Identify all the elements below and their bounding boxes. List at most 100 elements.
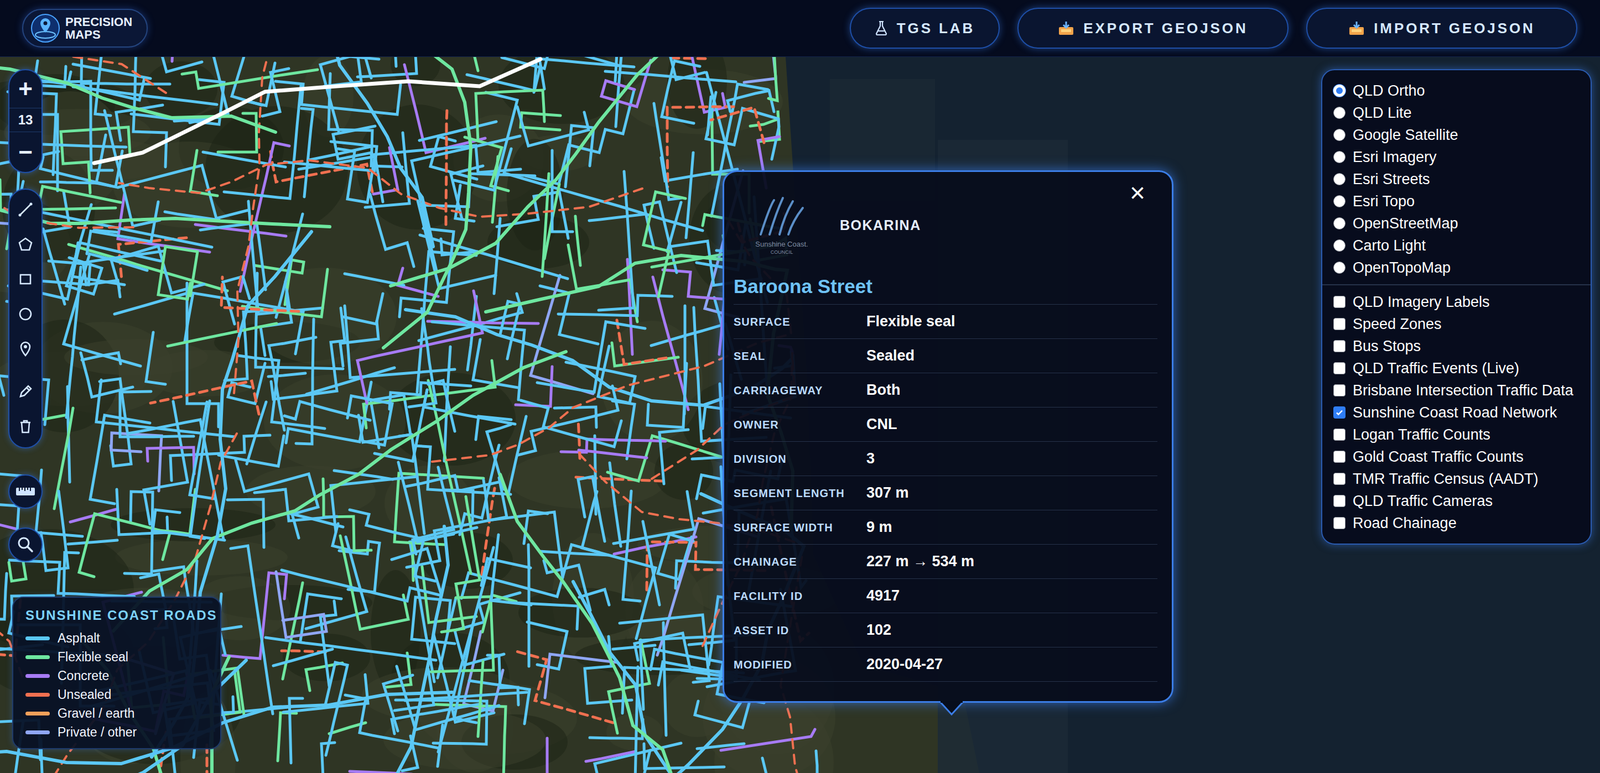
- overlay-option[interactable]: Brisbane Intersection Traffic Data: [1333, 379, 1584, 402]
- checkbox[interactable]: [1333, 473, 1346, 486]
- legend-swatch: [25, 636, 50, 641]
- delete-tool[interactable]: [8, 408, 43, 444]
- popup-pointer: [939, 701, 964, 716]
- overlay-option[interactable]: Speed Zones: [1333, 313, 1584, 336]
- attribute-row: CHAINAGE227 m → 534 m: [733, 544, 1158, 580]
- checkbox[interactable]: [1333, 384, 1346, 397]
- map[interactable]: +13− SUNSHINE COAST ROADSAsphaltFlexible …: [0, 56, 1600, 773]
- radio-button[interactable]: [1333, 239, 1346, 252]
- tray-icon: [1057, 20, 1075, 36]
- legend-item: Unsealed: [25, 685, 209, 705]
- legend-item: Concrete: [25, 666, 209, 686]
- checkbox[interactable]: [1333, 517, 1346, 530]
- checkbox[interactable]: [1333, 428, 1346, 441]
- attribute-row: SEALSealed: [733, 339, 1158, 374]
- polygon-tool[interactable]: [8, 226, 43, 262]
- overlay-option[interactable]: QLD Traffic Events (Live): [1333, 357, 1584, 380]
- rectangle-icon: [17, 271, 34, 288]
- checkbox[interactable]: [1333, 362, 1346, 375]
- basemap-option[interactable]: Esri Streets: [1333, 168, 1584, 191]
- basemap-option[interactable]: OpenTopoMap: [1333, 256, 1584, 279]
- legend: SUNSHINE COAST ROADSAsphaltFlexible seal…: [12, 596, 222, 750]
- legend-item: Private / other: [25, 723, 209, 742]
- polyline-tool[interactable]: [8, 191, 43, 227]
- legend-item: Asphalt: [25, 629, 209, 648]
- radio-button[interactable]: [1333, 84, 1346, 97]
- attribute-row: SEGMENT LENGTH307 m: [733, 476, 1158, 511]
- attribute-row: SURFACE WIDTH9 m: [733, 510, 1158, 545]
- attribute-row: ASSET ID102: [733, 613, 1158, 648]
- toolbar-button[interactable]: TGS LAB: [849, 7, 1000, 49]
- ruler-icon: [14, 485, 36, 498]
- attribute-row: CARRIAGEWAYBoth: [733, 373, 1158, 408]
- legend-swatch: [25, 693, 50, 698]
- overlay-option[interactable]: Gold Coast Traffic Counts: [1333, 445, 1584, 469]
- close-button[interactable]: ×: [1125, 180, 1150, 206]
- map-controls: +13−: [8, 69, 43, 563]
- overlay-option[interactable]: Logan Traffic Counts: [1333, 423, 1584, 446]
- radio-button[interactable]: [1333, 106, 1346, 119]
- overlay-option[interactable]: TMR Traffic Census (AADT): [1333, 468, 1584, 491]
- council-logo: Sunshine Coast.COUNCIL: [751, 195, 813, 256]
- overlay-option[interactable]: QLD Traffic Cameras: [1333, 490, 1584, 513]
- zoom-out-button[interactable]: −: [9, 132, 42, 173]
- edit-tool[interactable]: [8, 373, 43, 409]
- tray-icon: [1348, 20, 1365, 36]
- toolbar-button[interactable]: IMPORT GEOJSON: [1306, 7, 1578, 49]
- checkbox[interactable]: [1333, 295, 1346, 309]
- globe-pin-icon: [29, 12, 61, 44]
- toolbar-button[interactable]: EXPORT GEOJSON: [1017, 7, 1289, 49]
- checkbox[interactable]: [1333, 450, 1346, 464]
- legend-swatch: [25, 655, 50, 660]
- basemap-option[interactable]: QLD Lite: [1333, 101, 1584, 124]
- attribute-row: OWNERCNL: [733, 407, 1158, 443]
- check-icon: [1334, 408, 1344, 418]
- basemap-option[interactable]: Google Satellite: [1333, 123, 1584, 147]
- basemap-option[interactable]: Esri Imagery: [1333, 146, 1584, 169]
- legend-item: Flexible seal: [25, 647, 209, 667]
- basemap-option[interactable]: Carto Light: [1333, 234, 1584, 257]
- attribute-row: SURFACEFlexible seal: [733, 304, 1158, 340]
- edit-icon: [17, 383, 34, 400]
- rectangle-tool[interactable]: [8, 261, 43, 297]
- search-button[interactable]: [8, 527, 43, 563]
- attribute-row: FACILITY ID4917: [733, 579, 1158, 614]
- overlay-option[interactable]: Bus Stops: [1333, 335, 1584, 358]
- search-icon: [16, 536, 35, 554]
- zoom-in-button[interactable]: +: [9, 70, 42, 108]
- legend-item: Gravel / earth: [25, 704, 209, 724]
- flask-icon: [874, 20, 888, 36]
- zoom-control: +13−: [8, 69, 43, 174]
- checkbox[interactable]: [1333, 340, 1346, 353]
- measure-button[interactable]: [8, 474, 43, 509]
- radio-button[interactable]: [1333, 195, 1346, 208]
- feature-popup: Sunshine Coast.COUNCILBOKARINA×Baroona S…: [722, 170, 1174, 704]
- basemap-option[interactable]: Esri Topo: [1333, 190, 1584, 213]
- circle-icon: [17, 305, 34, 323]
- circle-tool[interactable]: [8, 296, 43, 332]
- basemap-option[interactable]: QLD Ortho: [1333, 79, 1584, 102]
- delete-icon: [17, 418, 34, 435]
- overlay-option[interactable]: QLD Imagery Labels: [1333, 291, 1584, 314]
- radio-button[interactable]: [1333, 173, 1346, 186]
- basemap-option[interactable]: OpenStreetMap: [1333, 212, 1584, 235]
- radio-button[interactable]: [1333, 217, 1346, 230]
- draw-toolbar: [8, 188, 43, 449]
- checkbox[interactable]: [1333, 406, 1346, 419]
- overlay-option[interactable]: Road Chainage: [1333, 512, 1584, 535]
- radio-button[interactable]: [1333, 261, 1346, 274]
- polygon-icon: [17, 236, 34, 253]
- legend-swatch: [25, 712, 50, 716]
- checkbox[interactable]: [1333, 495, 1346, 508]
- overlay-option[interactable]: Sunshine Coast Road Network: [1333, 401, 1584, 424]
- council-wave-icon: [754, 195, 810, 241]
- top-bar: PRECISIONMAPS TGS LAB EXPORT GEOJSON IMPORT…: [0, 0, 1600, 57]
- polyline-icon: [17, 201, 34, 218]
- radio-button[interactable]: [1333, 128, 1346, 142]
- marker-tool[interactable]: [8, 331, 43, 367]
- legend-swatch: [25, 674, 50, 679]
- app-logo[interactable]: PRECISIONMAPS: [22, 8, 148, 48]
- radio-button[interactable]: [1333, 151, 1346, 164]
- attribute-row: MODIFIED2020-04-27: [733, 647, 1158, 683]
- checkbox[interactable]: [1333, 318, 1346, 331]
